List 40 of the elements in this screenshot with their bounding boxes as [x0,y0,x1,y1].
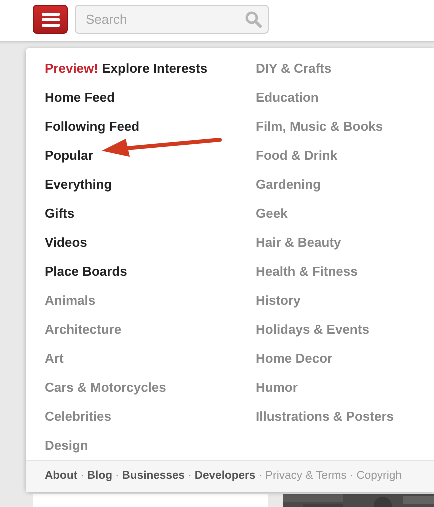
feed-link[interactable]: Everything [45,170,112,199]
category-link[interactable]: Education [256,83,319,112]
preview-label: Preview! [45,61,98,76]
footer-link[interactable]: Copyrigh [356,468,402,485]
separator: · [258,469,263,484]
feed-link[interactable]: Gifts [45,199,75,228]
separator: · [350,469,354,484]
category-link[interactable]: Health & Fitness [256,257,358,286]
category-link[interactable]: Celebrities [45,402,112,431]
footer-link[interactable]: Blog [87,468,112,485]
feed-link[interactable]: Following Feed [45,112,140,141]
category-link[interactable]: Hair & Beauty [256,228,342,257]
category-link[interactable]: Film, Music & Books [256,112,384,141]
category-link[interactable]: Geek [256,199,288,228]
category-link[interactable]: Art [45,344,64,373]
category-link[interactable]: Gardening [256,170,322,199]
footer-link[interactable]: Developers [194,468,256,485]
feed-link[interactable]: Videos [45,228,88,257]
separator: · [80,469,84,484]
footer-link[interactable]: Businesses [122,468,186,485]
category-link[interactable]: Humor [256,373,298,402]
category-link[interactable]: Cars & Motorcycles [45,373,166,402]
search-field[interactable]: Search [75,5,269,34]
category-link[interactable]: Design [45,431,88,460]
category-link[interactable]: History [256,286,301,315]
category-link[interactable]: Animals [45,286,96,315]
category-link[interactable]: Illustrations & Posters [256,402,394,431]
separator: · [188,469,192,484]
category-link[interactable]: DIY & Crafts [256,54,332,83]
category-link[interactable]: Holidays & Events [256,315,370,344]
menu-heading: Explore Interests [102,61,208,76]
category-link[interactable]: Home Decor [256,344,333,373]
category-link[interactable]: Food & Drink [256,141,338,170]
feed-link[interactable]: Popular [45,141,94,170]
separator: · [116,469,120,484]
footer-link[interactable]: Privacy & Terms [266,468,347,485]
feed-link[interactable]: Place Boards [45,257,128,286]
feed-link[interactable]: Home Feed [45,83,116,112]
category-link[interactable]: Architecture [45,315,122,344]
footer-link[interactable]: About [45,468,78,485]
